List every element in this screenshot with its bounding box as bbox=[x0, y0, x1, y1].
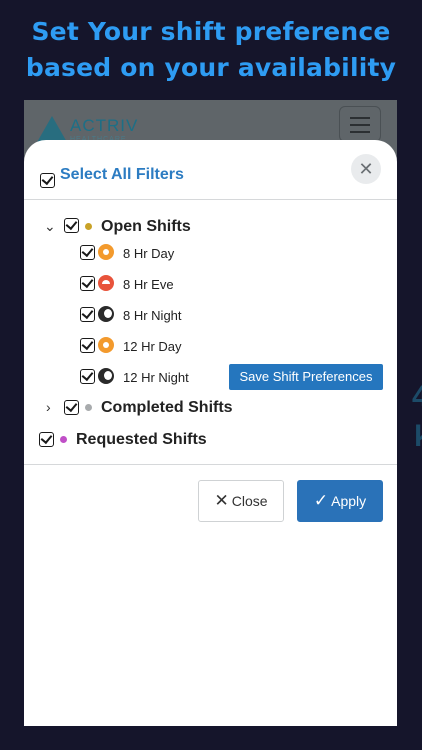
shift-12hr-day-label: 12 Hr Day bbox=[123, 339, 182, 354]
moon-icon bbox=[98, 368, 114, 384]
close-button[interactable]: ✕ Close bbox=[198, 480, 284, 522]
shift-12hr-day-checkbox[interactable] bbox=[80, 338, 95, 353]
apply-button-label: Apply bbox=[331, 493, 367, 509]
check-icon: ✓ bbox=[313, 491, 329, 510]
moon-icon bbox=[98, 306, 114, 322]
hamburger-menu-icon[interactable] bbox=[339, 106, 381, 142]
completed-shifts-label: Completed Shifts bbox=[101, 399, 233, 416]
shift-12hr-night-label: 12 Hr Night bbox=[123, 370, 189, 385]
close-icon: ✕ bbox=[214, 491, 229, 510]
open-shifts-checkbox[interactable] bbox=[64, 218, 79, 233]
sun-icon bbox=[98, 337, 114, 353]
headline: Set Your shift preference based on your … bbox=[0, 14, 422, 86]
close-button-label: Close bbox=[231, 493, 268, 509]
shift-12hr-night-checkbox[interactable] bbox=[80, 369, 95, 384]
divider bbox=[24, 199, 397, 200]
headline-line-1: Set Your shift preference bbox=[31, 17, 391, 46]
chevron-down-icon[interactable]: ⌄ bbox=[44, 218, 56, 235]
divider bbox=[24, 464, 397, 465]
shift-8hr-eve-label: 8 Hr Eve bbox=[123, 277, 174, 292]
shift-8hr-eve-checkbox[interactable] bbox=[80, 276, 95, 291]
shift-8hr-night-checkbox[interactable] bbox=[80, 307, 95, 322]
side-decoration: 4 bbox=[412, 380, 422, 413]
side-decoration: k bbox=[414, 420, 422, 454]
logo-text: ACTRIV bbox=[70, 116, 139, 135]
sun-icon bbox=[98, 244, 114, 260]
completed-shifts-checkbox[interactable] bbox=[64, 400, 79, 415]
requested-shifts-checkbox[interactable] bbox=[39, 432, 54, 447]
shift-8hr-day-label: 8 Hr Day bbox=[123, 246, 175, 261]
open-shifts-dot bbox=[85, 223, 92, 230]
chevron-right-icon[interactable]: › bbox=[46, 399, 51, 415]
requested-shifts-dot bbox=[60, 436, 67, 443]
sunset-icon bbox=[98, 275, 114, 291]
close-icon[interactable]: ✕ bbox=[351, 154, 381, 184]
shift-8hr-night-label: 8 Hr Night bbox=[123, 308, 182, 323]
select-all-label[interactable]: Select All Filters bbox=[60, 166, 184, 184]
open-shifts-label: Open Shifts bbox=[101, 218, 191, 235]
filter-modal: ✕ Select All Filters ⌄ Open Shifts 8 Hr … bbox=[24, 140, 397, 726]
apply-button[interactable]: ✓ Apply bbox=[297, 480, 383, 522]
completed-shifts-dot bbox=[85, 404, 92, 411]
headline-line-2: based on your availability bbox=[25, 53, 397, 82]
select-all-checkbox[interactable] bbox=[40, 173, 55, 188]
save-shift-preferences-button[interactable]: Save Shift Preferences bbox=[229, 364, 383, 390]
requested-shifts-label: Requested Shifts bbox=[76, 431, 207, 448]
shift-8hr-day-checkbox[interactable] bbox=[80, 245, 95, 260]
